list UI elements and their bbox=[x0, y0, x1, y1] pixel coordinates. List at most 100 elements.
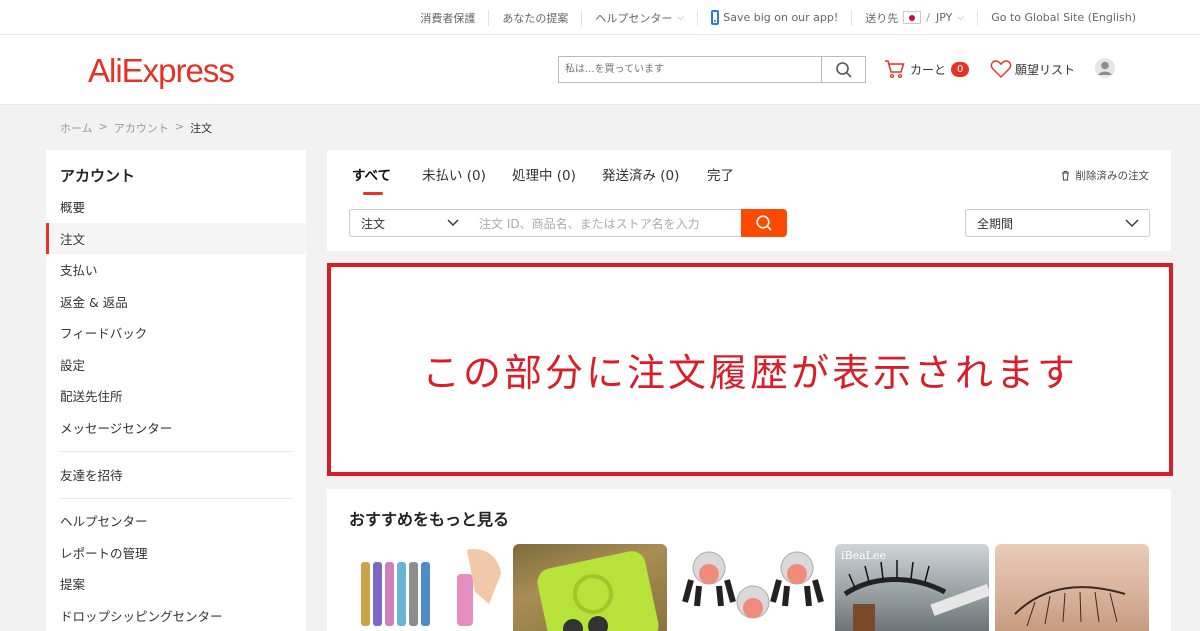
product-card[interactable] bbox=[513, 544, 667, 631]
product-image bbox=[1014, 586, 1126, 627]
wishlist-label: 願望リスト bbox=[1015, 62, 1076, 77]
product-card[interactable] bbox=[995, 544, 1149, 631]
sidebar-item-label: 提案 bbox=[60, 577, 86, 592]
sidebar-item-shipping-address[interactable]: 配送先住所 bbox=[46, 380, 306, 411]
cart-icon bbox=[885, 60, 905, 79]
tab-shipped[interactable]: 発送済み (0) bbox=[602, 164, 679, 184]
product-card[interactable]: iBeaLee bbox=[835, 544, 989, 631]
product-card[interactable] bbox=[349, 544, 503, 631]
order-search-button[interactable] bbox=[741, 209, 787, 237]
sidebar-item-label: 概要 bbox=[60, 200, 86, 215]
app-promo-link[interactable]: Save big on our app! bbox=[698, 9, 853, 26]
breadcrumb-home[interactable]: ホーム bbox=[60, 120, 93, 136]
phone-icon bbox=[711, 10, 720, 25]
recommendations-section: おすすめをもっと見る iBeaLee bbox=[327, 489, 1171, 631]
sidebar-divider bbox=[60, 498, 292, 499]
deleted-orders-label: 削除済みの注文 bbox=[1075, 170, 1150, 182]
japan-flag-icon bbox=[903, 11, 922, 24]
currency-label: JPY bbox=[936, 11, 953, 24]
search-type-value: 注文 bbox=[361, 216, 386, 231]
top-utility-links: 消費者保護 あなたの提案 ヘルプセンター ⌵ Save big on our a… bbox=[407, 0, 1148, 35]
suggestions-link[interactable]: あなたの提案 bbox=[489, 9, 583, 26]
ship-to-selector[interactable]: 送り先 / JPY ⌵ bbox=[852, 9, 979, 26]
sidebar-item-label: レポートの管理 bbox=[60, 546, 148, 561]
breadcrumb-separator: > bbox=[174, 120, 185, 133]
account-sidebar: アカウント 概要 注文 支払い 返金 & 返品 フィードバック 設定 配送先住所… bbox=[46, 150, 306, 631]
product-image bbox=[537, 551, 659, 631]
tab-all[interactable]: すべて bbox=[352, 164, 391, 184]
search-icon bbox=[756, 215, 772, 231]
breadcrumb-account[interactable]: アカウント bbox=[114, 120, 169, 136]
heart-icon bbox=[990, 60, 1012, 78]
sidebar-item-feedback[interactable]: フィードバック bbox=[46, 317, 306, 348]
product-card[interactable] bbox=[677, 544, 831, 631]
sidebar-item-label: 支払い bbox=[60, 263, 98, 278]
sidebar-item-dropshipping-center[interactable]: ドロップシッピングセンター bbox=[46, 600, 306, 631]
help-center-dropdown[interactable]: ヘルプセンター ⌵ bbox=[582, 9, 699, 26]
sidebar-item-label: 配送先住所 bbox=[60, 389, 123, 404]
sidebar-item-label: 注文 bbox=[60, 232, 86, 247]
tab-processing[interactable]: 処理中 (0) bbox=[512, 164, 576, 184]
order-history-annotation: この部分に注文履歴が表示されます bbox=[327, 263, 1173, 476]
breadcrumb-current: 注文 bbox=[190, 122, 213, 135]
sidebar-item-label: フィードバック bbox=[60, 326, 148, 341]
order-search-input[interactable]: 注文 ID、商品名、またはストア名を入力 bbox=[468, 209, 742, 237]
site-search-input[interactable] bbox=[559, 57, 821, 82]
help-center-label: ヘルプセンター bbox=[595, 11, 673, 25]
sidebar-item-invite-friends[interactable]: 友達を招待 bbox=[46, 459, 306, 490]
aliexpress-logo[interactable]: AliExpress bbox=[88, 52, 235, 90]
sidebar-item-label: 設定 bbox=[60, 358, 86, 373]
product-image bbox=[361, 549, 501, 626]
sidebar-item-message-center[interactable]: メッセージセンター bbox=[46, 412, 306, 443]
user-avatar-icon[interactable] bbox=[1095, 58, 1115, 78]
annotation-text: この部分に注文履歴が表示されます bbox=[421, 351, 1078, 395]
breadcrumb: ホーム > アカウント > 注文 bbox=[60, 120, 212, 136]
chevron-down-icon: ⌵ bbox=[957, 12, 965, 23]
consumer-protection-link[interactable]: 消費者保護 bbox=[407, 9, 490, 26]
period-select[interactable]: 全期間 bbox=[965, 209, 1150, 237]
sidebar-item-label: メッセージセンター bbox=[60, 421, 173, 436]
cart-button[interactable]: カーと 0 bbox=[884, 59, 970, 79]
suggestions-label: あなたの提案 bbox=[502, 11, 569, 25]
cart-count-badge: 0 bbox=[951, 61, 970, 77]
recommendations-title: おすすめをもっと見る bbox=[349, 510, 510, 529]
sidebar-item-help-center[interactable]: ヘルプセンター bbox=[46, 505, 306, 536]
sidebar-item-orders[interactable]: 注文 bbox=[46, 223, 306, 254]
sidebar-item-label: ドロップシッピングセンター bbox=[60, 609, 223, 624]
sidebar-item-report-management[interactable]: レポートの管理 bbox=[46, 537, 306, 568]
ship-to-label: 送り先 bbox=[865, 11, 899, 25]
sidebar-divider bbox=[60, 451, 292, 452]
product-brand-label: iBeaLee bbox=[841, 549, 886, 562]
wishlist-button[interactable]: 願望リスト bbox=[990, 59, 1075, 79]
tab-completed[interactable]: 完了 bbox=[707, 164, 734, 184]
sidebar-item-payments[interactable]: 支払い bbox=[46, 254, 306, 285]
site-header: AliExpress カーと 0 願望リスト bbox=[0, 35, 1200, 105]
trash-icon bbox=[1061, 171, 1069, 181]
sidebar-item-label: ヘルプセンター bbox=[60, 514, 148, 529]
search-icon bbox=[835, 61, 852, 78]
deleted-orders-link[interactable]: 削除済みの注文 bbox=[1060, 168, 1150, 183]
chevron-down-icon bbox=[1125, 219, 1139, 227]
top-utility-bar: 消費者保護 あなたの提案 ヘルプセンター ⌵ Save big on our a… bbox=[0, 0, 1200, 35]
site-search-button[interactable] bbox=[821, 57, 865, 82]
order-search-type-select[interactable]: 注文 bbox=[349, 209, 469, 237]
product-image bbox=[682, 551, 824, 619]
breadcrumb-separator: > bbox=[98, 120, 108, 133]
sidebar-item-refunds-returns[interactable]: 返金 & 返品 bbox=[46, 286, 306, 317]
period-value: 全期間 bbox=[977, 216, 1014, 231]
global-site-label: Go to Global Site (English) bbox=[991, 11, 1136, 24]
active-tab-indicator bbox=[363, 192, 383, 195]
sidebar-item-label: 友達を招待 bbox=[60, 468, 123, 483]
chevron-down-icon bbox=[447, 219, 459, 226]
sidebar-item-overview[interactable]: 概要 bbox=[46, 191, 306, 222]
sidebar-item-settings[interactable]: 設定 bbox=[46, 349, 306, 380]
sidebar-item-label: 返金 & 返品 bbox=[60, 295, 128, 310]
tab-unpaid[interactable]: 未払い (0) bbox=[422, 164, 486, 184]
global-site-link[interactable]: Go to Global Site (English) bbox=[978, 10, 1148, 26]
sidebar-title: アカウント bbox=[60, 167, 136, 185]
consumer-protection-label: 消費者保護 bbox=[420, 11, 476, 25]
orders-panel: すべて 未払い (0) 処理中 (0) 発送済み (0) 完了 削除済みの注文 … bbox=[327, 150, 1171, 251]
site-search-bar bbox=[558, 56, 866, 83]
chevron-down-icon: ⌵ bbox=[677, 12, 685, 23]
sidebar-item-suggestions[interactable]: 提案 bbox=[46, 568, 306, 599]
